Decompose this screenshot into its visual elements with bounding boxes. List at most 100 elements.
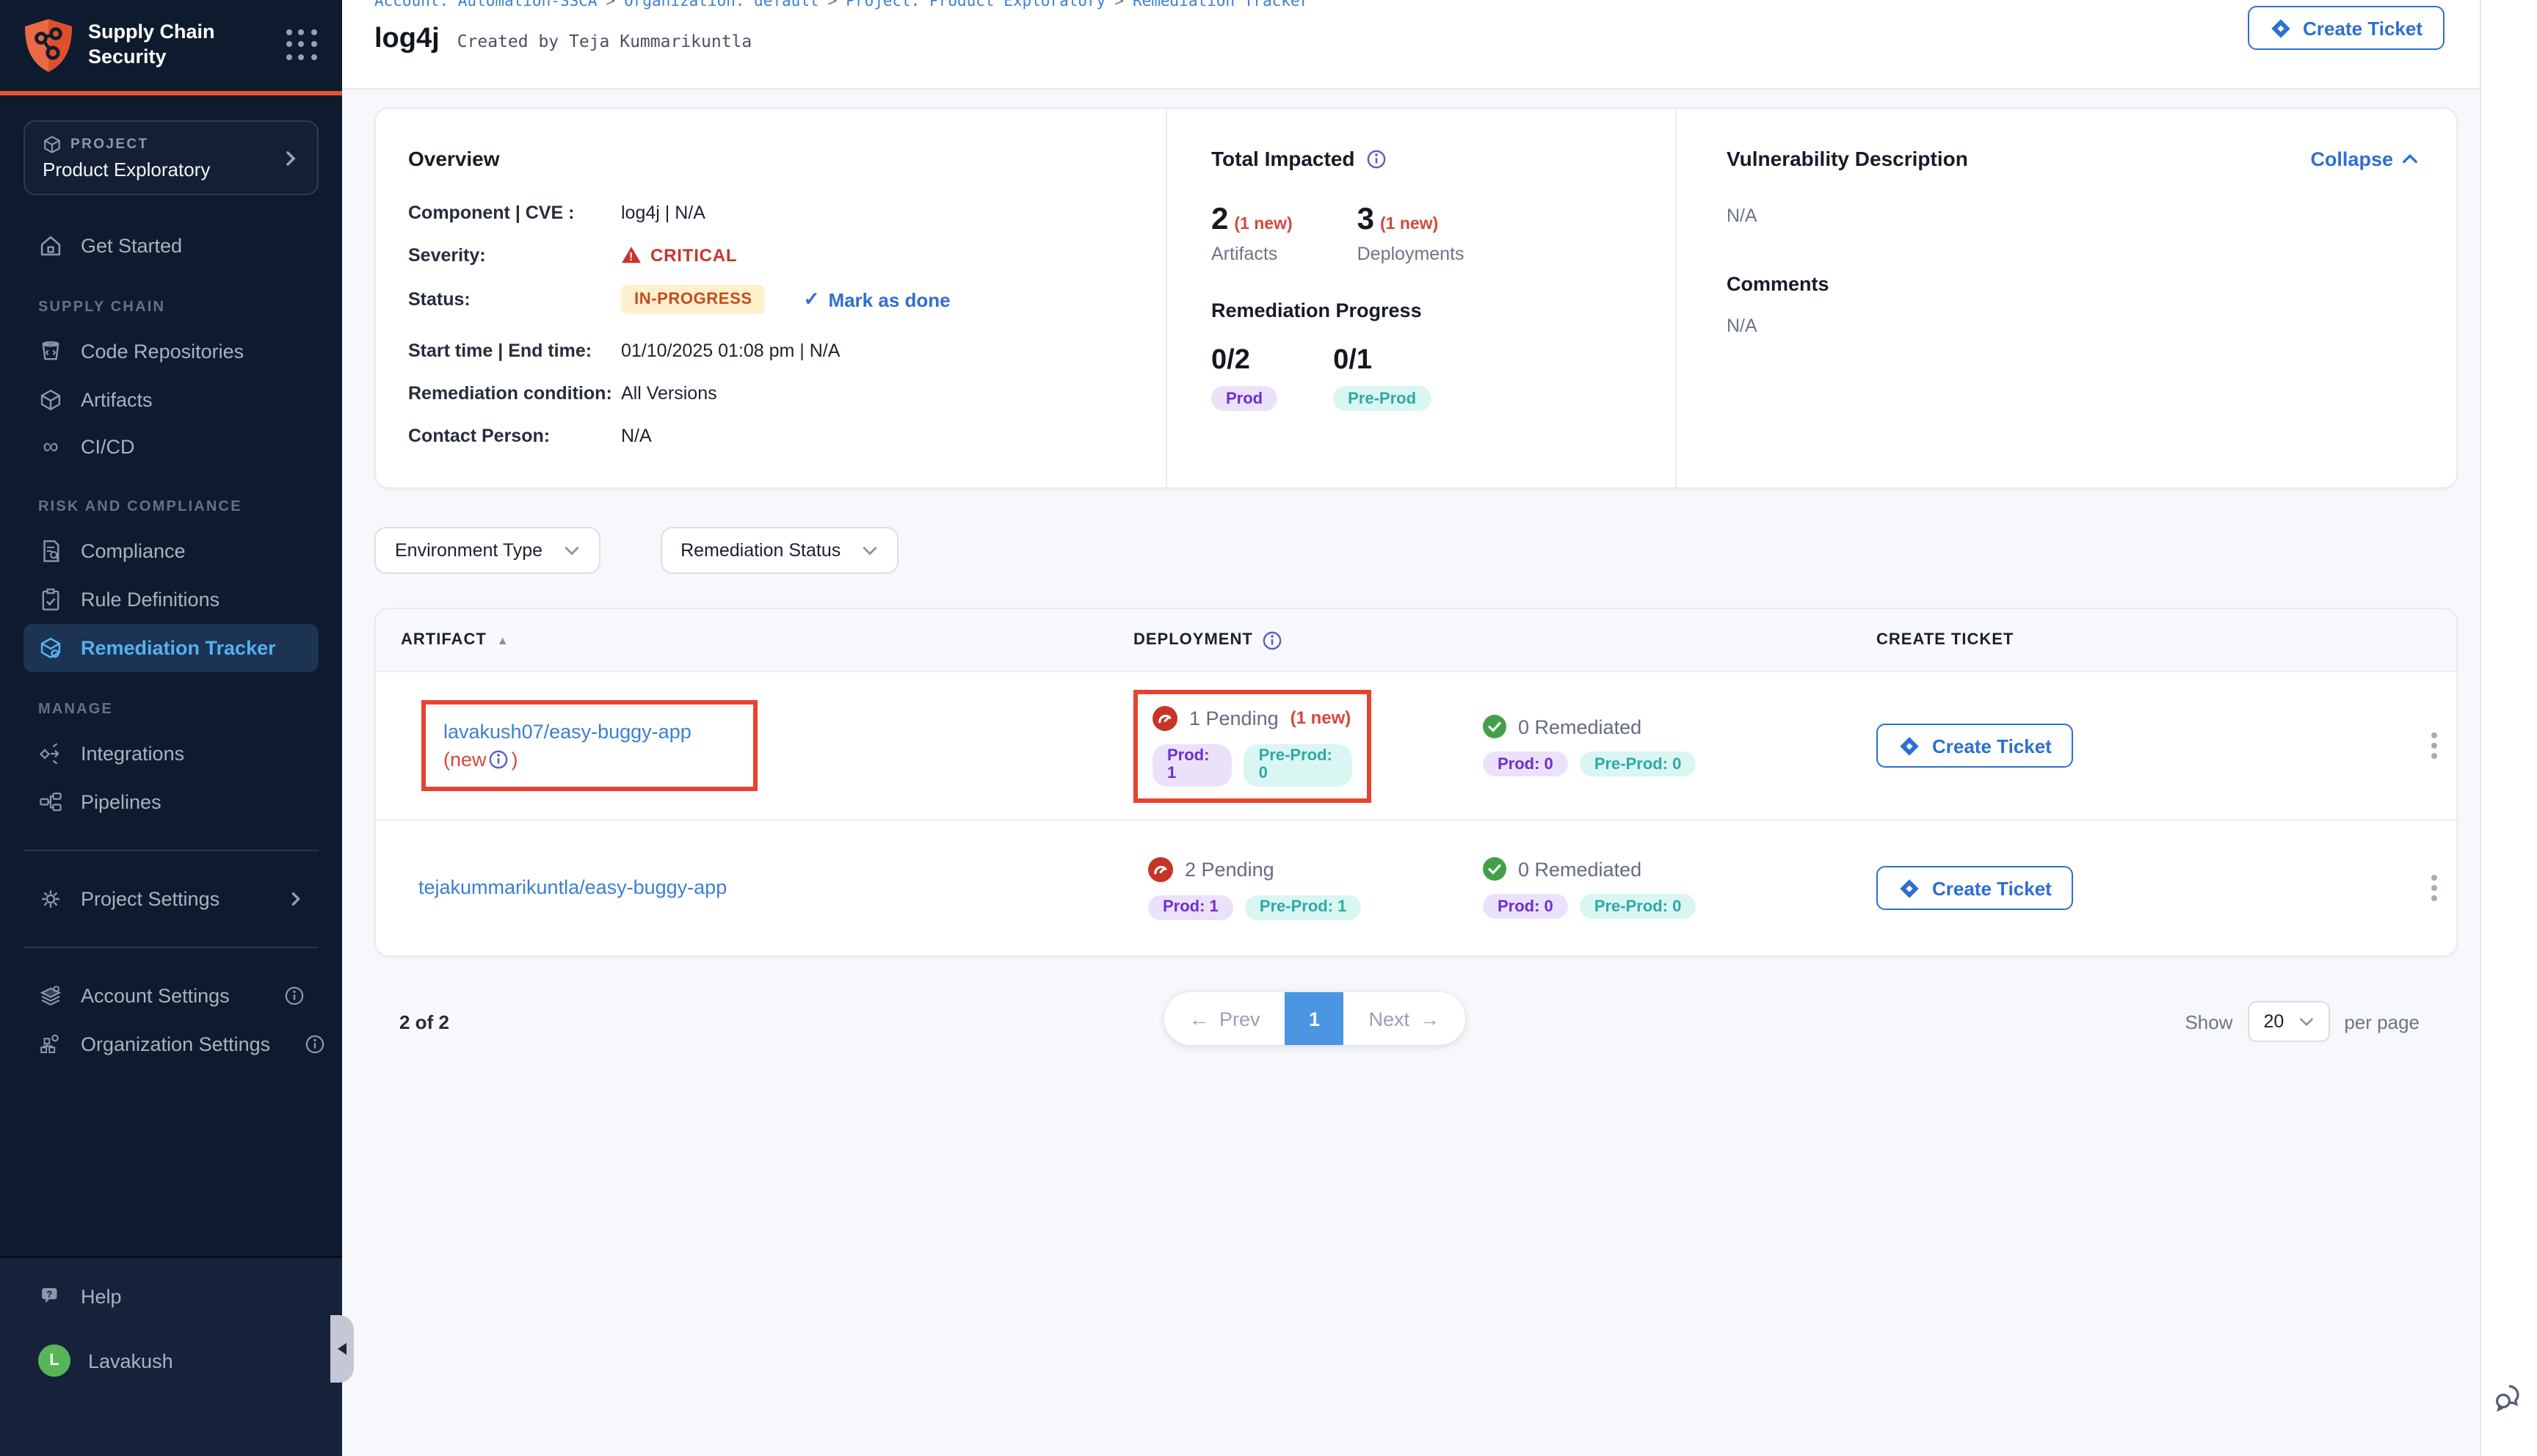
- sort-ascending-icon[interactable]: ▲: [497, 633, 509, 647]
- info-icon[interactable]: [1263, 630, 1282, 649]
- home-icon: [38, 233, 63, 258]
- breadcrumb-project[interactable]: Project: Product Exploratory: [846, 0, 1106, 10]
- nav-divider: [23, 947, 319, 948]
- right-rail: [2480, 0, 2537, 1456]
- prod-badge: Prod: [1211, 386, 1277, 411]
- show-label: Show: [2185, 1011, 2232, 1033]
- overview-heading: Overview: [408, 147, 1136, 170]
- preprod-badge: Pre-Prod: [1333, 386, 1431, 411]
- app-grid-icon[interactable]: [283, 26, 322, 65]
- sidebar-item-pipelines[interactable]: Pipelines: [23, 778, 319, 826]
- remediation-status-filter[interactable]: Remediation Status: [660, 527, 898, 574]
- sidebar-item-project-settings[interactable]: Project Settings: [23, 875, 319, 923]
- prev-page-button[interactable]: ← Prev: [1164, 992, 1285, 1045]
- create-ticket-button[interactable]: Create Ticket: [1876, 866, 2074, 910]
- sidebar-item-label: Account Settings: [81, 985, 230, 1007]
- cube-icon: [43, 135, 62, 154]
- pending-count: 1 Pending: [1189, 707, 1279, 729]
- sidebar-item-label: Project Settings: [81, 888, 219, 910]
- sidebar-item-code-repositories[interactable]: Code Repositories: [23, 327, 319, 376]
- overview-card: Overview Component | CVE : log4j | N/A S…: [374, 107, 2458, 489]
- remediated-check-icon: [1483, 715, 1506, 738]
- per-page-select[interactable]: 20: [2248, 1001, 2330, 1042]
- sidebar-item-organization-settings[interactable]: Organization Settings: [23, 1020, 319, 1069]
- pending-new-badge: (1 new): [1291, 707, 1351, 728]
- artifact-link[interactable]: lavakush07/easy-buggy-app: [443, 721, 692, 743]
- breadcrumb-organization[interactable]: Organization: default: [624, 0, 819, 10]
- pagination-pill: ← Prev 1 Next →: [1164, 992, 1465, 1045]
- brand: Supply Chain Security: [0, 0, 342, 88]
- row-menu-kebab-icon[interactable]: [2415, 727, 2453, 765]
- chevron-up-icon: [2402, 153, 2418, 164]
- svg-text:!: !: [629, 251, 634, 263]
- row-menu-kebab-icon[interactable]: [2415, 869, 2453, 907]
- per-page-label: per page: [2344, 1011, 2420, 1033]
- breadcrumb-current[interactable]: Remediation Tracker: [1133, 0, 1309, 10]
- sidebar-item-help[interactable]: ? Help: [23, 1273, 319, 1321]
- filters-row: Environment Type Remediation Status: [374, 527, 2458, 574]
- next-page-button[interactable]: Next →: [1344, 992, 1465, 1045]
- sidebar-item-cicd[interactable]: ∞ CI/CD: [23, 424, 319, 470]
- chevron-down-icon: [563, 545, 579, 556]
- integrations-icon: [38, 741, 63, 766]
- brand-title: Supply Chain Security: [88, 21, 235, 70]
- total-impacted-section: Total Impacted 2(1 new) Artifacts: [1166, 109, 1675, 487]
- sidebar-item-remediation-tracker[interactable]: Remediation Tracker: [23, 624, 319, 672]
- create-ticket-button[interactable]: Create Ticket: [1876, 724, 2074, 768]
- chevron-right-icon: [282, 149, 300, 167]
- feedback-chat-icon[interactable]: [2491, 1380, 2527, 1415]
- mark-as-done-link[interactable]: ✓ Mark as done: [804, 288, 951, 311]
- arrow-right-icon: →: [1420, 1008, 1440, 1030]
- sidebar-item-label: Help: [81, 1286, 122, 1308]
- breadcrumb-account[interactable]: Account: Automation-SSCA: [374, 0, 597, 10]
- collapse-link[interactable]: Collapse: [2310, 148, 2418, 170]
- page-header: Account: Automation-SSCA>Organization: d…: [342, 0, 2481, 90]
- info-icon[interactable]: [305, 1035, 324, 1054]
- contact-label: Contact Person:: [408, 425, 621, 445]
- preprod-count-badge: Pre-Prod: 0: [1580, 894, 1696, 919]
- sidebar-bottom: ? Help L Lavakush: [0, 1256, 342, 1456]
- table-row: tejakummarikuntla/easy-buggy-app 2 Pendi…: [376, 819, 2456, 956]
- deployments-label: Deployments: [1357, 244, 1465, 264]
- project-selector[interactable]: PROJECT Product Exploratory: [23, 120, 319, 195]
- sidebar-item-compliance[interactable]: Compliance: [23, 527, 319, 575]
- page-number-button[interactable]: 1: [1285, 992, 1344, 1045]
- preprod-count-badge: Pre-Prod: 1: [1245, 895, 1362, 920]
- preprod-progress: 0/1 Pre-Prod: [1333, 345, 1431, 411]
- page-title: log4j: [374, 23, 440, 56]
- pagination-row: 2 of 2 ← Prev 1 Next → Show 20: [374, 992, 2458, 1051]
- environment-type-filter[interactable]: Environment Type: [374, 527, 600, 574]
- main-content: Account: Automation-SSCA>Organization: d…: [342, 0, 2481, 1456]
- create-ticket-button[interactable]: Create Ticket: [2247, 6, 2445, 50]
- info-icon[interactable]: [490, 750, 509, 769]
- sidebar-item-account-settings[interactable]: Account Settings: [23, 972, 319, 1020]
- info-icon[interactable]: [1367, 149, 1386, 168]
- artifact-annotation-box: lavakush07/easy-buggy-app (new ): [421, 700, 758, 790]
- severity-value: ! CRITICAL: [621, 244, 737, 265]
- component-value: log4j | N/A: [621, 202, 705, 222]
- artifact-box-icon: [38, 387, 63, 412]
- info-icon[interactable]: [285, 986, 304, 1005]
- brand-divider: [0, 91, 342, 95]
- project-name: Product Exploratory: [43, 159, 282, 181]
- warning-triangle-icon: !: [621, 245, 642, 264]
- sidebar-item-artifacts[interactable]: Artifacts: [23, 376, 319, 424]
- remediation-table: ARTIFACT ▲ DEPLOYMENT CREATE TICKET: [374, 608, 2458, 957]
- prod-count-badge: Prod: 0: [1483, 751, 1568, 776]
- sidebar-item-get-started[interactable]: Get Started: [23, 222, 319, 270]
- time-label: Start time | End time:: [408, 340, 621, 360]
- ticket-diamond-icon: [2269, 17, 2291, 39]
- sidebar-item-label: Remediation Tracker: [81, 637, 276, 659]
- preprod-count-badge: Pre-Prod: 0: [1244, 743, 1352, 786]
- sidebar-item-integrations[interactable]: Integrations: [23, 729, 319, 778]
- sidebar-item-label: Code Repositories: [81, 341, 244, 363]
- condition-label: Remediation condition:: [408, 382, 621, 403]
- preprod-progress-value: 0/1: [1333, 345, 1431, 377]
- compliance-doc-icon: [38, 539, 63, 564]
- artifact-link[interactable]: tejakummarikuntla/easy-buggy-app: [418, 876, 727, 898]
- user-menu[interactable]: L Lavakush: [23, 1333, 319, 1388]
- sidebar-item-rule-definitions[interactable]: Rule Definitions: [23, 575, 319, 624]
- sidebar-collapse-handle[interactable]: [330, 1315, 354, 1383]
- remediated-count: 0 Remediated: [1518, 716, 1641, 738]
- brand-shield-icon: [23, 18, 73, 73]
